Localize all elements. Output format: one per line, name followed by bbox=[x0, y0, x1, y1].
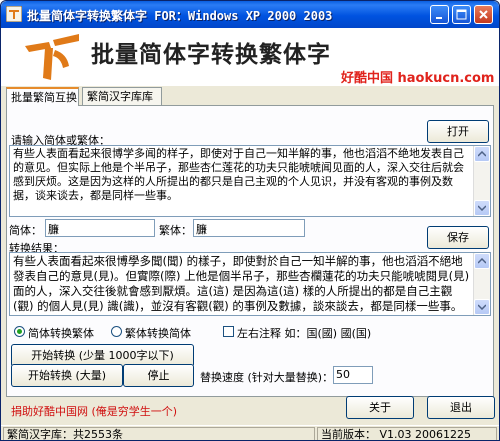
result-scrollbar[interactable] bbox=[473, 253, 490, 315]
status-lib-count: 繁简汉字库：共2553条 bbox=[3, 427, 315, 440]
scroll-down-icon[interactable] bbox=[474, 299, 490, 315]
speed-label: 替换速度 (针对大量替换)： bbox=[200, 371, 334, 384]
exit-button[interactable]: 退出 bbox=[427, 396, 495, 419]
brand-label: 好酷中国 haokucn.com bbox=[341, 71, 495, 86]
input-scrollbar[interactable] bbox=[473, 146, 490, 216]
save-button[interactable]: 保存 bbox=[427, 226, 489, 249]
result-text: 有些人表面看起來很博學多聞(聞) 的樣子，即使對於自己一知半解的事，他也滔滔不絕… bbox=[13, 254, 473, 313]
stop-button[interactable]: 停止 bbox=[123, 364, 194, 387]
radio-t2s[interactable] bbox=[111, 326, 122, 337]
open-button[interactable]: 打开 bbox=[427, 120, 489, 143]
radio-s2t-label[interactable]: 简体转换繁体 bbox=[28, 325, 94, 341]
minimize-button[interactable] bbox=[430, 5, 449, 24]
input-text: 有些人表面看起来很博学多闻的样子，即使对于自己一知半解的事，他也滔滔不绝地发表自… bbox=[13, 147, 464, 202]
note-checkbox[interactable] bbox=[223, 326, 234, 337]
close-button[interactable] bbox=[474, 5, 493, 24]
title-bar[interactable]: 批量简体字转换繁体字 FOR：Windows XP 2000 2003 bbox=[1, 1, 499, 28]
start-large-button[interactable]: 开始转换 (大量) bbox=[11, 364, 123, 387]
about-button[interactable]: 关于 bbox=[346, 396, 414, 419]
status-bar: 繁简汉字库：共2553条 当前版本： V1.03 20061225 bbox=[1, 425, 499, 440]
window-title: 批量简体字转换繁体字 FOR：Windows XP 2000 2003 bbox=[27, 9, 333, 23]
radio-s2t[interactable] bbox=[14, 326, 25, 337]
simp-input[interactable]: 臁 bbox=[45, 219, 155, 237]
note-checkbox-label[interactable]: 左右注释 如：国(國) 國(国) bbox=[237, 325, 371, 341]
tab-char-library[interactable]: 繁简汉字库库 bbox=[82, 87, 162, 105]
speed-input[interactable]: 50 bbox=[333, 366, 373, 384]
trad-label: 繁体： bbox=[159, 224, 192, 237]
status-version: 当前版本： V1.03 20061225 bbox=[317, 427, 497, 440]
app-window: 批量简体字转换繁体字 FOR：Windows XP 2000 2003 批量简体… bbox=[0, 0, 500, 441]
input-textarea[interactable]: 有些人表面看起来很博学多闻的样子，即使对于自己一知半解的事，他也滔滔不绝地发表自… bbox=[9, 145, 491, 217]
logo-icon bbox=[25, 34, 79, 80]
simp-label: 简体： bbox=[9, 224, 42, 237]
donate-link[interactable]: 捐助好酷中国网 (俺是穷学生一个) bbox=[11, 403, 177, 419]
result-textarea[interactable]: 有些人表面看起來很博學多聞(聞) 的樣子，即使對於自己一知半解的事，他也滔滔不絕… bbox=[9, 252, 491, 316]
radio-t2s-label[interactable]: 繁体转换简体 bbox=[125, 325, 191, 341]
scroll-up-icon[interactable] bbox=[474, 146, 490, 162]
tab-batch-convert[interactable]: 批量繁简互换 bbox=[6, 87, 79, 106]
app-icon bbox=[6, 6, 22, 22]
trad-input[interactable]: 臁 bbox=[193, 219, 305, 237]
scroll-up-icon[interactable] bbox=[474, 253, 490, 269]
maximize-button[interactable] bbox=[452, 5, 471, 24]
banner: 批量简体字转换繁体字 好酷中国 haokucn.com bbox=[1, 28, 499, 86]
tab-panel: 请输入简体或繁体： 打开 有些人表面看起来很博学多闻的样子，即使对于自己一知半解… bbox=[6, 105, 494, 397]
scroll-down-icon[interactable] bbox=[474, 200, 490, 216]
app-heading: 批量简体字转换繁体字 bbox=[91, 42, 331, 68]
